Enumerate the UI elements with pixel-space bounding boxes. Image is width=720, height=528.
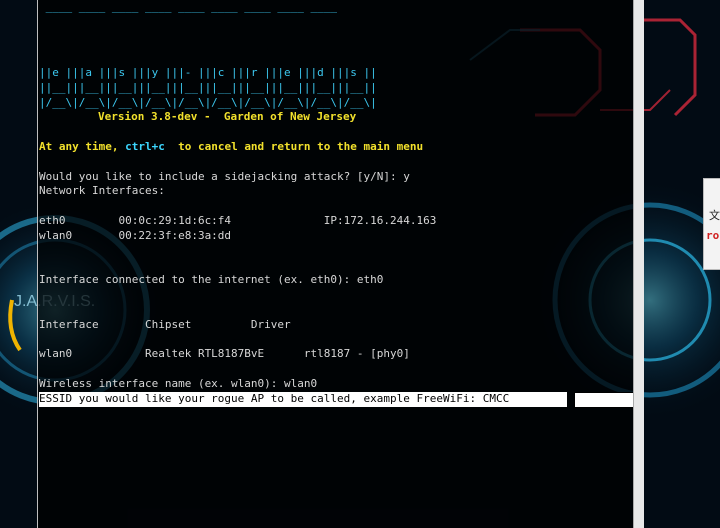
- sidejack-prompt: Would you like to include a sidejacking …: [39, 170, 410, 183]
- banner-mid: ||__|||__|||__|||__|||__|||__|||__|||__|…: [39, 81, 377, 94]
- side-window-text: ro: [706, 229, 720, 242]
- version-line: Version 3.8-dev - Garden of New Jersey: [98, 110, 357, 123]
- side-window[interactable]: 文 ro: [703, 178, 720, 270]
- essid-prompt[interactable]: ESSID you would like your rogue AP to be…: [39, 392, 567, 407]
- iface-row-wlan0: wlan0 00:22:3f:e8:3a:dd: [39, 229, 232, 242]
- wireless-prompt: Wireless interface name (ex. wlan0): wla…: [39, 377, 318, 390]
- internet-prompt: Interface connected to the internet (ex.…: [39, 273, 384, 286]
- terminal-cursor[interactable]: [574, 392, 634, 408]
- terminal-window[interactable]: ____ ____ ____ ____ ____ ____ ____ ____ …: [38, 0, 634, 528]
- table-row: wlan0 Realtek RTL8187BvE rtl8187 - [phy0…: [39, 347, 410, 360]
- terminal-scrollbar[interactable]: [633, 0, 644, 528]
- cancel-suffix: to cancel and return to the main menu: [164, 140, 424, 153]
- cancel-prefix: At any time,: [39, 140, 126, 153]
- cancel-line: At any time, ctrl+c to cancel and return…: [39, 140, 423, 155]
- banner-letters: ||e |||a |||s |||y |||- |||c |||r |||e |…: [39, 66, 377, 79]
- network-header: Network Interfaces:: [39, 184, 165, 197]
- banner-top: ____ ____ ____ ____ ____ ____ ____ ____ …: [39, 0, 338, 13]
- iface-row-eth0: eth0 00:0c:29:1d:6c:f4 IP:172.16.244.163: [39, 214, 437, 227]
- cancel-key: ctrl+c: [125, 140, 165, 153]
- table-header: Interface Chipset Driver: [39, 318, 291, 331]
- side-window-glyph: 文: [709, 209, 720, 222]
- banner-bottom: |/__\|/__\|/__\|/__\|/__\|/__\|/__\|/__\…: [39, 96, 377, 109]
